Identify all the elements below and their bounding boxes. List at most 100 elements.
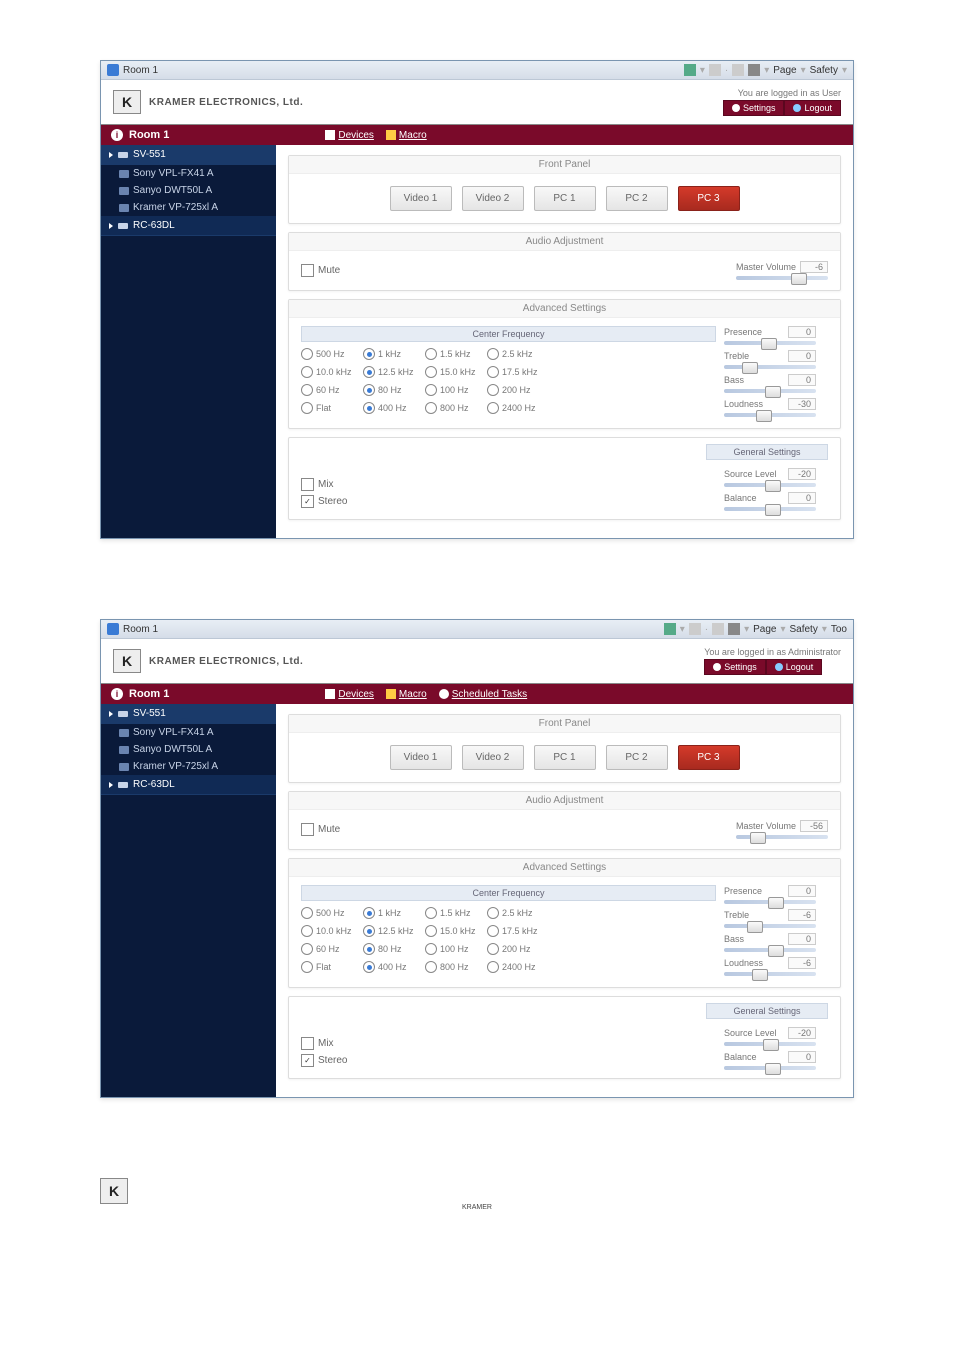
freq-option[interactable]: 2.5 kHz (487, 907, 543, 919)
fp-video2[interactable]: Video 2 (462, 186, 524, 211)
sidebar-head-sv551[interactable]: SV-551 (101, 145, 276, 165)
freq-option[interactable]: 100 Hz (425, 384, 481, 396)
freq-option[interactable]: 200 Hz (487, 384, 543, 396)
slider-value[interactable]: 0 (788, 885, 816, 897)
balance-slider[interactable] (724, 507, 816, 511)
treble-slider[interactable] (724, 365, 816, 369)
freq-option[interactable]: 1.5 kHz (425, 907, 481, 919)
balance-slider[interactable] (724, 1066, 816, 1070)
toolbar-safety[interactable]: Safety (789, 624, 817, 635)
slider-value[interactable]: -6 (788, 957, 816, 969)
sidebar-item[interactable]: Sony VPL-FX41 A (101, 165, 276, 182)
toolbar-page[interactable]: Page (773, 65, 796, 76)
freq-option[interactable]: 200 Hz (487, 943, 543, 955)
master-volume-value[interactable]: -6 (800, 261, 828, 273)
fp-video2[interactable]: Video 2 (462, 745, 524, 770)
mute-row[interactable]: Mute (301, 264, 340, 277)
slider-value[interactable]: 0 (788, 1051, 816, 1063)
print-icon[interactable] (728, 623, 740, 635)
master-volume-slider[interactable] (736, 835, 828, 839)
mix-checkbox[interactable] (301, 1037, 314, 1050)
toolbar-tools[interactable]: Too (831, 624, 847, 635)
source-level-slider[interactable] (724, 483, 816, 487)
stereo-checkbox[interactable]: ✓ (301, 495, 314, 508)
slider-value[interactable]: -20 (788, 1027, 816, 1039)
freq-option[interactable]: 800 Hz (425, 402, 481, 414)
fp-pc1[interactable]: PC 1 (534, 745, 596, 770)
tab-devices[interactable]: Devices (325, 130, 374, 141)
tab-scheduled[interactable]: Scheduled Tasks (439, 689, 527, 700)
master-volume-value[interactable]: -56 (800, 820, 828, 832)
tab-macro[interactable]: Macro (386, 689, 427, 700)
freq-option[interactable]: 400 Hz (363, 402, 419, 414)
fp-pc2[interactable]: PC 2 (606, 186, 668, 211)
freq-option[interactable]: 100 Hz (425, 943, 481, 955)
mail-icon[interactable] (712, 623, 724, 635)
sidebar-item[interactable]: Kramer VP-725xl A (101, 199, 276, 216)
freq-option[interactable]: 1 kHz (363, 907, 419, 919)
freq-option[interactable]: 2400 Hz (487, 402, 543, 414)
freq-option[interactable]: Flat (301, 402, 357, 414)
mute-row[interactable]: Mute (301, 823, 340, 836)
sidebar-head-rc63dl[interactable]: RC-63DL (101, 775, 276, 795)
sidebar-item[interactable]: Kramer VP-725xl A (101, 758, 276, 775)
freq-option[interactable]: 60 Hz (301, 384, 357, 396)
stereo-row[interactable]: ✓Stereo (301, 1054, 716, 1067)
slider-value[interactable]: 0 (788, 350, 816, 362)
freq-option[interactable]: 2400 Hz (487, 961, 543, 973)
stereo-checkbox[interactable]: ✓ (301, 1054, 314, 1067)
treble-slider[interactable] (724, 924, 816, 928)
feed-icon[interactable] (689, 623, 701, 635)
home-icon[interactable] (664, 623, 676, 635)
fp-pc1[interactable]: PC 1 (534, 186, 596, 211)
stereo-row[interactable]: ✓Stereo (301, 495, 716, 508)
mix-checkbox[interactable] (301, 478, 314, 491)
logout-button[interactable]: Logout (766, 659, 823, 675)
mix-row[interactable]: Mix (301, 478, 716, 491)
settings-button[interactable]: Settings (723, 100, 785, 116)
slider-value[interactable]: 0 (788, 933, 816, 945)
toolbar-safety[interactable]: Safety (810, 65, 838, 76)
freq-option[interactable]: 2.5 kHz (487, 348, 543, 360)
presence-slider[interactable] (724, 900, 816, 904)
freq-option[interactable]: 60 Hz (301, 943, 357, 955)
sidebar-item[interactable]: Sanyo DWT50L A (101, 182, 276, 199)
info-icon[interactable]: i (111, 688, 123, 700)
mute-checkbox[interactable] (301, 823, 314, 836)
master-volume-slider[interactable] (736, 276, 828, 280)
fp-pc3[interactable]: PC 3 (678, 186, 740, 211)
fp-video1[interactable]: Video 1 (390, 186, 452, 211)
loudness-slider[interactable] (724, 413, 816, 417)
mail-icon[interactable] (732, 64, 744, 76)
fp-pc2[interactable]: PC 2 (606, 745, 668, 770)
slider-value[interactable]: -30 (788, 398, 816, 410)
freq-option[interactable]: 500 Hz (301, 348, 357, 360)
info-icon[interactable]: i (111, 129, 123, 141)
slider-value[interactable]: -20 (788, 468, 816, 480)
feed-icon[interactable] (709, 64, 721, 76)
tab-devices[interactable]: Devices (325, 689, 374, 700)
freq-option[interactable]: 15.0 kHz (425, 925, 481, 937)
freq-option[interactable]: 1.5 kHz (425, 348, 481, 360)
bass-slider[interactable] (724, 948, 816, 952)
print-icon[interactable] (748, 64, 760, 76)
freq-option[interactable]: 80 Hz (363, 384, 419, 396)
toolbar-page[interactable]: Page (753, 624, 776, 635)
freq-option[interactable]: 800 Hz (425, 961, 481, 973)
slider-value[interactable]: 0 (788, 374, 816, 386)
sidebar-item[interactable]: Sanyo DWT50L A (101, 741, 276, 758)
freq-option[interactable]: 80 Hz (363, 943, 419, 955)
home-icon[interactable] (684, 64, 696, 76)
mix-row[interactable]: Mix (301, 1037, 716, 1050)
tab-macro[interactable]: Macro (386, 130, 427, 141)
settings-button[interactable]: Settings (704, 659, 766, 675)
sidebar-head-sv551[interactable]: SV-551 (101, 704, 276, 724)
logout-button[interactable]: Logout (784, 100, 841, 116)
freq-option[interactable]: 1 kHz (363, 348, 419, 360)
freq-option[interactable]: 500 Hz (301, 907, 357, 919)
freq-option[interactable]: 10.0 kHz (301, 925, 357, 937)
slider-value[interactable]: -6 (788, 909, 816, 921)
sidebar-head-rc63dl[interactable]: RC-63DL (101, 216, 276, 236)
freq-option[interactable]: 10.0 kHz (301, 366, 357, 378)
sidebar-item[interactable]: Sony VPL-FX41 A (101, 724, 276, 741)
